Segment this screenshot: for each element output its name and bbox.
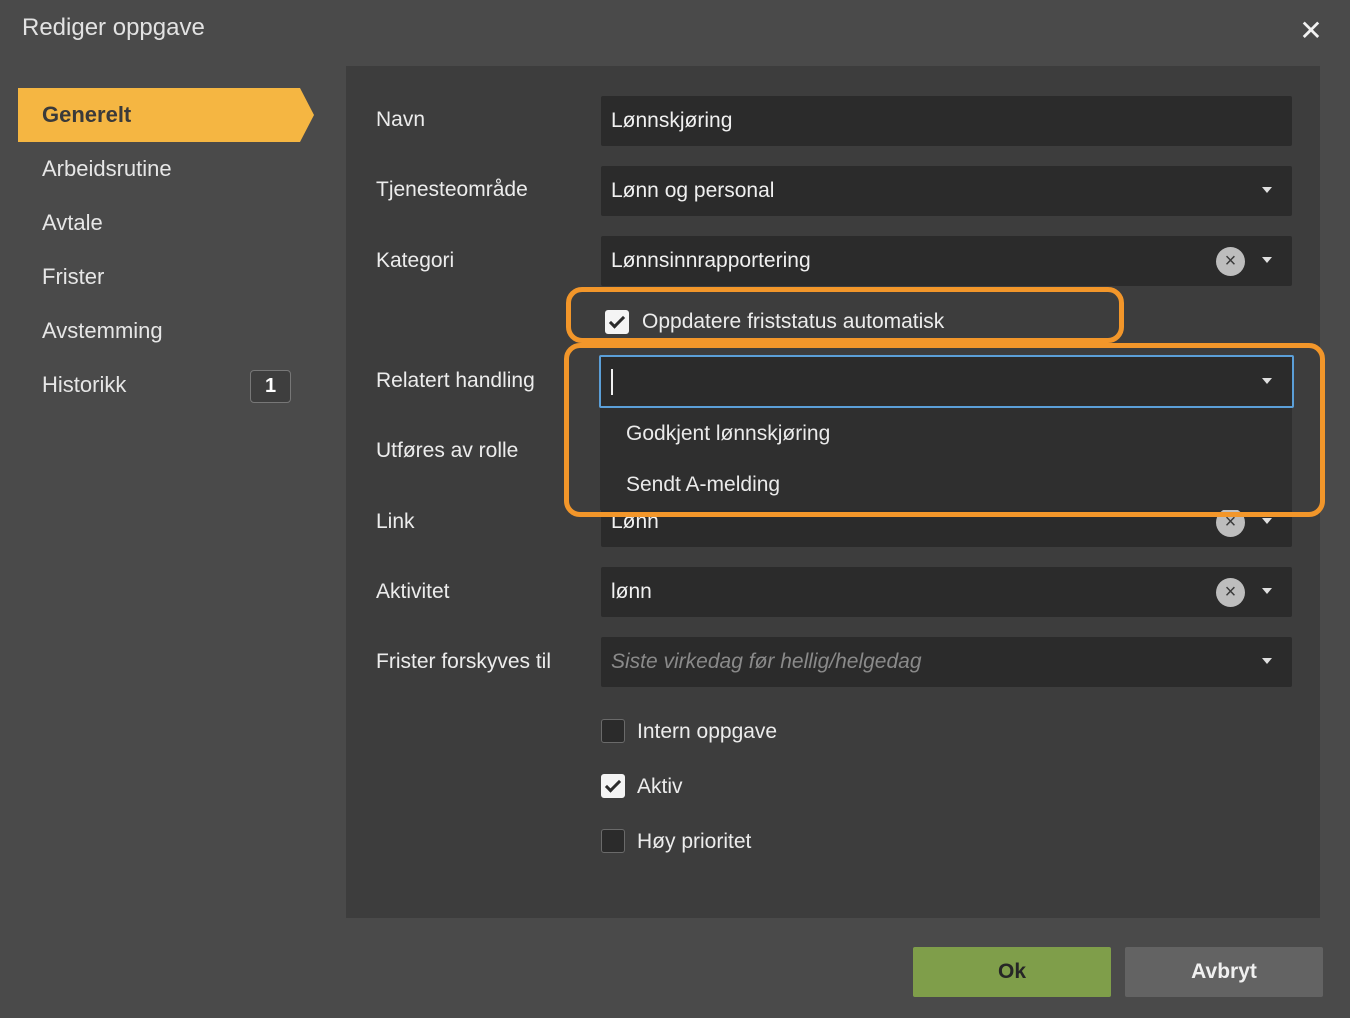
tjenesteomrade-select[interactable]: Lønn og personal [601, 166, 1292, 216]
auto-status-label: Oppdatere friststatus automatisk [642, 310, 945, 333]
navn-input[interactable]: Lønnskjøring [601, 96, 1292, 146]
auto-status-checkbox[interactable] [605, 310, 629, 334]
intern-oppgave-checkbox[interactable] [601, 719, 625, 743]
chevron-down-icon[interactable] [1262, 588, 1272, 594]
sidebar-item-avstemming[interactable]: Avstemming [18, 304, 318, 358]
aktivitet-value: lønn [611, 580, 652, 603]
hoy-prioritet-checkbox[interactable] [601, 829, 625, 853]
check-icon [608, 312, 626, 329]
chevron-down-icon[interactable] [1262, 658, 1272, 664]
edit-task-dialog: Rediger oppgave ✕ Generelt Arbeidsrutine… [0, 0, 1350, 1018]
sidebar-item-label: Historikk [42, 372, 127, 397]
sidebar-item-label: Generelt [42, 102, 132, 127]
kategori-value: Lønnsinnrapportering [611, 249, 811, 272]
kategori-select[interactable]: Lønnsinnrapportering × [601, 236, 1292, 286]
sidebar-nav: Generelt Arbeidsrutine Avtale Frister Av… [18, 88, 318, 412]
relatert-handling-label: Relatert handling [376, 369, 535, 392]
dialog-title: Rediger oppgave [22, 14, 205, 41]
tjenesteomrade-label: Tjenesteområde [376, 178, 528, 201]
link-value: Lønn [611, 510, 659, 533]
aktiv-label: Aktiv [637, 775, 683, 798]
aktivitet-label: Aktivitet [376, 580, 450, 603]
hoy-prioritet-label: Høy prioritet [637, 830, 752, 853]
utfores-av-rolle-label: Utføres av rolle [376, 439, 519, 462]
frister-forskyves-select[interactable]: Siste virkedag før hellig/helgedag [601, 637, 1292, 687]
text-cursor [611, 369, 613, 395]
aktivitet-select[interactable]: lønn × [601, 567, 1292, 617]
relatert-handling-input[interactable] [599, 355, 1294, 408]
aktiv-checkbox[interactable] [601, 774, 625, 798]
clear-icon[interactable]: × [1216, 247, 1245, 276]
clear-icon[interactable]: × [1216, 578, 1245, 607]
sidebar-item-avtale[interactable]: Avtale [18, 196, 318, 250]
link-label: Link [376, 510, 415, 533]
chevron-down-icon[interactable] [1262, 518, 1272, 524]
cancel-button[interactable]: Avbryt [1125, 947, 1323, 997]
navn-label: Navn [376, 108, 426, 131]
sidebar-item-label: Arbeidsrutine [42, 156, 172, 181]
sidebar-item-generelt[interactable]: Generelt [18, 88, 314, 142]
sidebar-item-label: Avtale [42, 210, 103, 235]
sidebar-item-label: Avstemming [42, 318, 163, 343]
clear-icon[interactable]: × [1216, 508, 1245, 537]
count-badge: 1 [250, 370, 291, 403]
ok-button[interactable]: Ok [913, 947, 1111, 997]
tjenesteomrade-value: Lønn og personal [611, 179, 775, 202]
intern-oppgave-label: Intern oppgave [637, 720, 778, 743]
navn-value: Lønnskjøring [611, 109, 733, 132]
dialog-titlebar: Rediger oppgave ✕ [0, 0, 1350, 60]
dropdown-option[interactable]: Sendt A-melding [626, 473, 780, 497]
sidebar-item-arbeidsrutine[interactable]: Arbeidsrutine [18, 142, 318, 196]
close-icon[interactable]: ✕ [1296, 16, 1326, 46]
kategori-label: Kategori [376, 249, 455, 272]
frister-forskyves-placeholder: Siste virkedag før hellig/helgedag [611, 650, 922, 673]
sidebar-item-label: Frister [42, 264, 105, 289]
chevron-down-icon[interactable] [1262, 257, 1272, 263]
chevron-down-icon[interactable] [1262, 187, 1272, 193]
sidebar-item-frister[interactable]: Frister [18, 250, 318, 304]
sidebar-item-historikk[interactable]: Historikk 1 [18, 358, 318, 412]
frister-forskyves-label: Frister forskyves til [376, 650, 552, 673]
chevron-down-icon[interactable] [1262, 378, 1272, 384]
check-icon [604, 776, 622, 793]
dropdown-option[interactable]: Godkjent lønnskjøring [626, 422, 830, 446]
relatert-handling-menu: Godkjent lønnskjøring Sendt A-melding [600, 408, 1292, 510]
